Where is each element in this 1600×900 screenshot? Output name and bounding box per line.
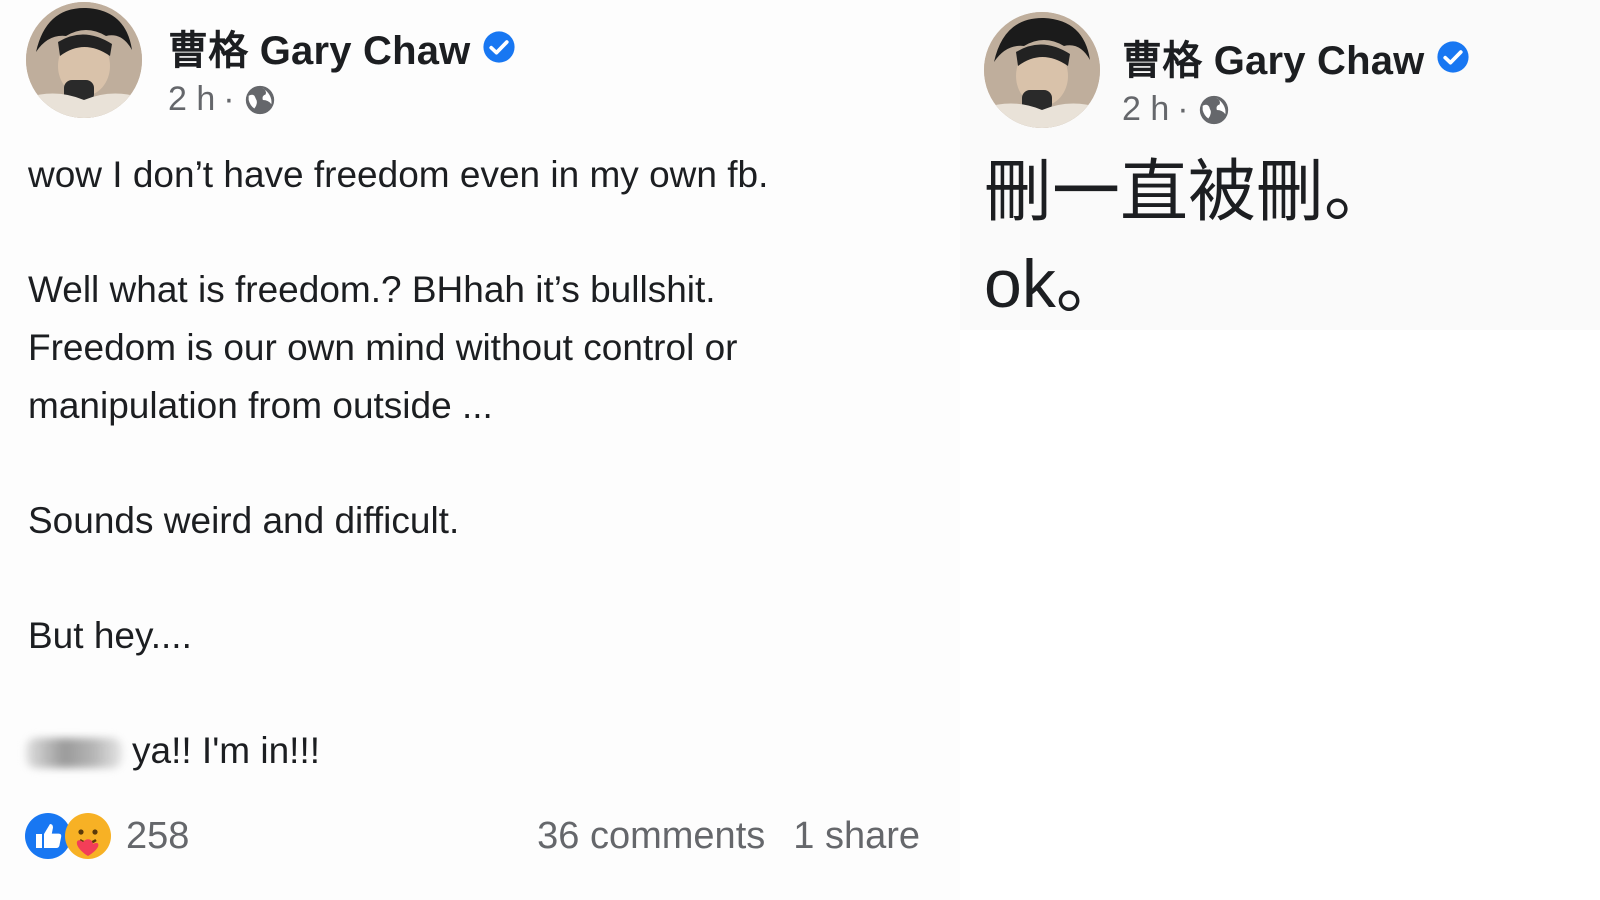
shares-count-link[interactable]: 1 share — [793, 815, 920, 858]
engagement-stats: 36 comments 1 share — [537, 815, 920, 858]
post-line: Sounds weird and difficult. — [28, 500, 460, 541]
post-line-censored: ya!! I'm in!!! — [24, 722, 320, 780]
post-line: But hey.... — [28, 615, 192, 656]
left-post: 曹格 Gary Chaw 2 h · wow I don’t have free… — [0, 0, 960, 900]
post-body: Well what is freedom.? BHhah it’s bullsh… — [28, 261, 737, 435]
reaction-count: 258 — [126, 814, 190, 857]
post-line: ok。 — [984, 246, 1124, 322]
post-line: wow I don’t have freedom even in my own … — [28, 154, 769, 195]
post-body: ya!! I'm in!!! — [24, 722, 320, 780]
author-name[interactable]: 曹格 Gary Chaw — [1122, 28, 1424, 86]
post-line: Well what is freedom.? BHhah it’s bullsh… — [28, 269, 716, 310]
meta-separator: · — [1177, 90, 1189, 128]
verified-badge-icon — [1437, 41, 1470, 73]
avatar[interactable] — [26, 2, 142, 118]
post-body: 刪一直被刪。 ok。 — [984, 146, 1392, 330]
right-post: 曹格 Gary Chaw 2 h · 刪一直被刪。 ok。 — [960, 0, 1600, 900]
post-line: ya!! I'm in!!! — [132, 730, 320, 771]
post-body: Sounds weird and difficult. — [28, 492, 459, 550]
post-timestamp[interactable]: 2 h — [1122, 90, 1169, 129]
post-line: Freedom is our own mind without control … — [28, 327, 738, 368]
globe-icon[interactable] — [243, 83, 277, 117]
comments-count-link[interactable]: 36 comments — [537, 815, 765, 858]
reaction-summary[interactable]: 258 — [24, 812, 189, 860]
meta-separator: · — [223, 80, 235, 118]
censored-word — [26, 738, 122, 769]
care-reaction-icon — [65, 813, 111, 859]
globe-icon[interactable] — [1197, 93, 1231, 127]
post-line: 刪一直被刪。 — [984, 154, 1393, 230]
post-body: wow I don’t have freedom even in my own … — [28, 146, 768, 204]
avatar[interactable] — [984, 12, 1100, 128]
post-body: But hey.... — [28, 607, 192, 665]
post-timestamp[interactable]: 2 h — [168, 80, 215, 119]
post-line: manipulation from outside ... — [28, 385, 493, 426]
author-name[interactable]: 曹格 Gary Chaw — [168, 18, 470, 76]
verified-badge-icon — [483, 31, 516, 63]
